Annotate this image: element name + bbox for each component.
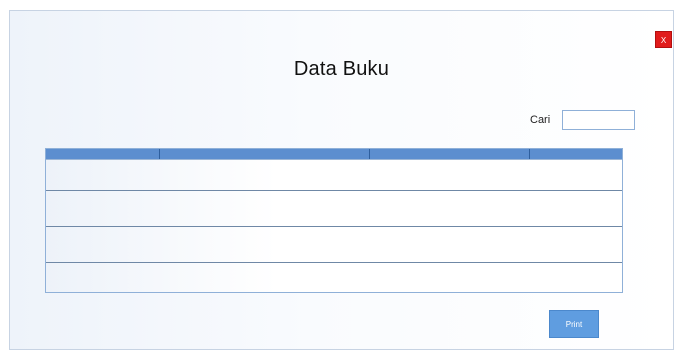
- book-table: [45, 148, 623, 293]
- table-row[interactable]: [46, 262, 622, 292]
- column-divider: [369, 149, 370, 159]
- print-button[interactable]: Print: [549, 310, 599, 338]
- table-row[interactable]: [46, 190, 622, 226]
- column-divider: [159, 149, 160, 159]
- search-label: Cari: [530, 114, 551, 126]
- table-header: [46, 149, 622, 159]
- search-input[interactable]: [562, 110, 635, 130]
- column-divider: [529, 149, 530, 159]
- table-row[interactable]: [46, 159, 622, 190]
- close-icon: X: [660, 36, 667, 45]
- table-row[interactable]: [46, 226, 622, 262]
- page-title: Data Buku: [293, 58, 390, 80]
- page: X Data Buku Cari Print: [0, 0, 683, 356]
- close-button[interactable]: X: [655, 31, 672, 48]
